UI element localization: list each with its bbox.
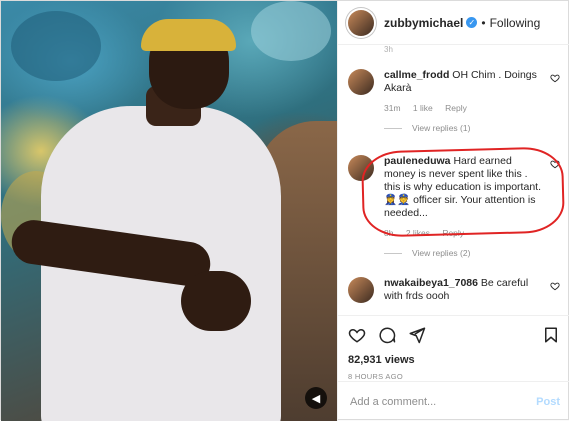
comment-meta: 31m 1 like Reply [384,103,560,113]
action-icons-row [348,324,560,346]
commenter-username[interactable]: pauleneduwa [384,155,451,167]
comment-input[interactable] [348,394,537,409]
comment-heart-icon[interactable] [550,73,560,83]
commenter-avatar[interactable] [348,155,374,181]
verified-badge-icon: ✓ [466,17,478,28]
post-sidebar: zubbymichael ✓ • Following 3h callme_fro… [337,1,569,421]
commenter-username[interactable]: nwakaibeya1_7086 [384,277,478,289]
view-replies-button[interactable]: View replies (1) [384,123,560,133]
video-audio-icon[interactable]: ◀ [305,387,327,409]
author-avatar[interactable] [348,9,374,36]
post-comment-button[interactable]: Post [536,396,560,408]
share-icon[interactable] [408,326,426,344]
comment-likes[interactable]: 1 like [413,103,433,113]
comments-list[interactable]: 3h callme_frodd OH Chim . Doings Akarà 3… [338,45,569,315]
comment-body: callme_frodd OH Chim . Doings Akarà [384,69,560,95]
comment-icon[interactable] [378,326,396,344]
wall-mural-shape [251,1,331,61]
reply-button[interactable]: Reply [442,228,464,238]
post-age: 8 HOURS AGO [348,372,403,381]
comment-meta: 8h 2 likes Reply [384,228,560,238]
view-replies-button[interactable]: View replies (2) [384,248,560,258]
comment-heart-icon[interactable] [550,159,560,169]
commenter-avatar[interactable] [348,69,374,95]
person-arm-right [181,271,251,331]
add-comment-bar: Post [338,381,569,421]
replies-line [384,127,402,129]
comment-body: nwakaibeya1_7086 Be careful with frds oo… [384,277,560,303]
wall-mural-shape [11,11,101,81]
comment-time: 8h [384,228,394,238]
comment-body: pauleneduwa Hard earned money is never s… [384,155,560,220]
post-video[interactable]: ◀ [1,1,337,421]
comment-heart-icon[interactable] [550,281,560,291]
post-header: zubbymichael ✓ • Following [338,1,569,45]
comment-item: callme_frodd OH Chim . Doings Akarà 31m … [348,69,560,133]
reply-button[interactable]: Reply [445,103,467,113]
view-replies-label: View replies (1) [412,123,471,133]
clipped-timestamp: 3h [384,45,393,54]
bookmark-icon[interactable] [542,326,560,344]
post-actions: 82,931 views 8 HOURS AGO [338,315,569,381]
commenter-username[interactable]: callme_frodd [384,69,449,81]
comment-item: pauleneduwa Hard earned money is never s… [348,155,560,258]
header-separator: • [481,15,486,30]
person-cap [141,19,236,51]
heart-icon[interactable] [348,326,366,344]
comment-item: nwakaibeya1_7086 Be careful with frds oo… [348,277,560,303]
commenter-avatar[interactable] [348,277,374,303]
instagram-post: ◀ zubbymichael ✓ • Following 3h callme_f… [0,0,569,421]
comment-likes[interactable]: 2 likes [406,228,430,238]
view-replies-label: View replies (2) [412,248,471,258]
replies-line [384,252,402,254]
view-count[interactable]: 82,931 views [348,354,560,366]
comment-time: 31m [384,103,401,113]
author-username[interactable]: zubbymichael [384,16,463,30]
following-button[interactable]: Following [490,16,541,30]
